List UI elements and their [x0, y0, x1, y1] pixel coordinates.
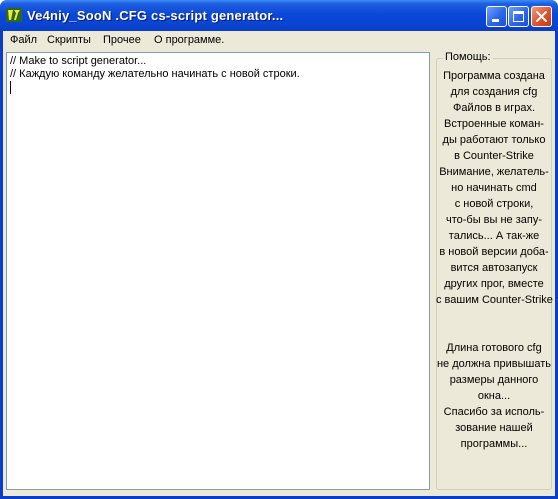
help-line: размеры данного — [449, 374, 539, 386]
text-caret — [10, 81, 11, 94]
app-window: Ve4niy_SooN .CFG cs-script generator... … — [0, 0, 558, 499]
help-line: ды работают только — [442, 134, 546, 146]
help-line: Длина готового cfg — [446, 342, 542, 354]
maximize-button[interactable] — [508, 6, 529, 27]
help-line: но начинать cmd — [451, 182, 537, 194]
help-text: Программа создана для создания cfg Файло… — [436, 68, 553, 452]
editor-line: // Make to script generator... — [10, 55, 147, 67]
help-line: Программа создана — [443, 70, 545, 82]
help-spacer — [436, 308, 552, 324]
help-spacer — [436, 324, 552, 340]
help-line: Встроенные коман- — [444, 118, 544, 130]
editor-line: // Каждую команду желательно начинать с … — [10, 68, 300, 80]
help-legend: Помощь: — [443, 51, 493, 63]
menu-file[interactable]: Файл — [10, 34, 37, 46]
help-line: с вашим Counter-Strike — [436, 294, 553, 306]
menu-about[interactable]: О программе. — [154, 34, 224, 46]
close-button[interactable] — [531, 6, 552, 27]
help-line: Файлов в играх. — [452, 102, 536, 114]
script-editor[interactable]: // Make to script generator... // Каждую… — [6, 52, 430, 490]
app-logo-icon — [6, 8, 22, 22]
help-line: тались... А так-же — [448, 230, 540, 242]
minimize-button[interactable] — [486, 6, 507, 27]
client-area: Файл Скрипты Прочее О программе. // Make… — [3, 31, 555, 496]
help-line: программы... — [460, 438, 528, 450]
title-bar[interactable]: Ve4niy_SooN .CFG cs-script generator... — [0, 0, 558, 31]
help-line: для создания cfg — [450, 86, 538, 98]
help-line: вится автозапуск — [450, 262, 538, 274]
help-line: окна... — [477, 390, 511, 402]
help-line: не должна привышать — [436, 358, 551, 370]
editor-caret-line — [10, 81, 426, 94]
maximize-icon — [513, 11, 524, 22]
help-line: в Counter-Strike — [454, 150, 534, 162]
help-line: с новой строки, — [454, 198, 534, 210]
window-title: Ve4niy_SooN .CFG cs-script generator... — [27, 8, 284, 23]
help-line: что-бы вы не запу- — [445, 214, 543, 226]
help-line: Спасибо за исполь- — [443, 406, 545, 418]
help-line: Внимание, желатель- — [439, 166, 549, 178]
menu-scripts[interactable]: Скрипты — [47, 34, 91, 46]
help-line: в новой версии доба- — [439, 246, 549, 258]
help-line: зование нашей — [455, 422, 533, 434]
minimize-icon — [492, 19, 499, 22]
menu-bar: Файл Скрипты Прочее О программе. — [3, 31, 555, 51]
menu-other[interactable]: Прочее — [103, 34, 141, 46]
help-line: других прог, вместе — [444, 278, 544, 290]
close-icon — [536, 11, 547, 22]
